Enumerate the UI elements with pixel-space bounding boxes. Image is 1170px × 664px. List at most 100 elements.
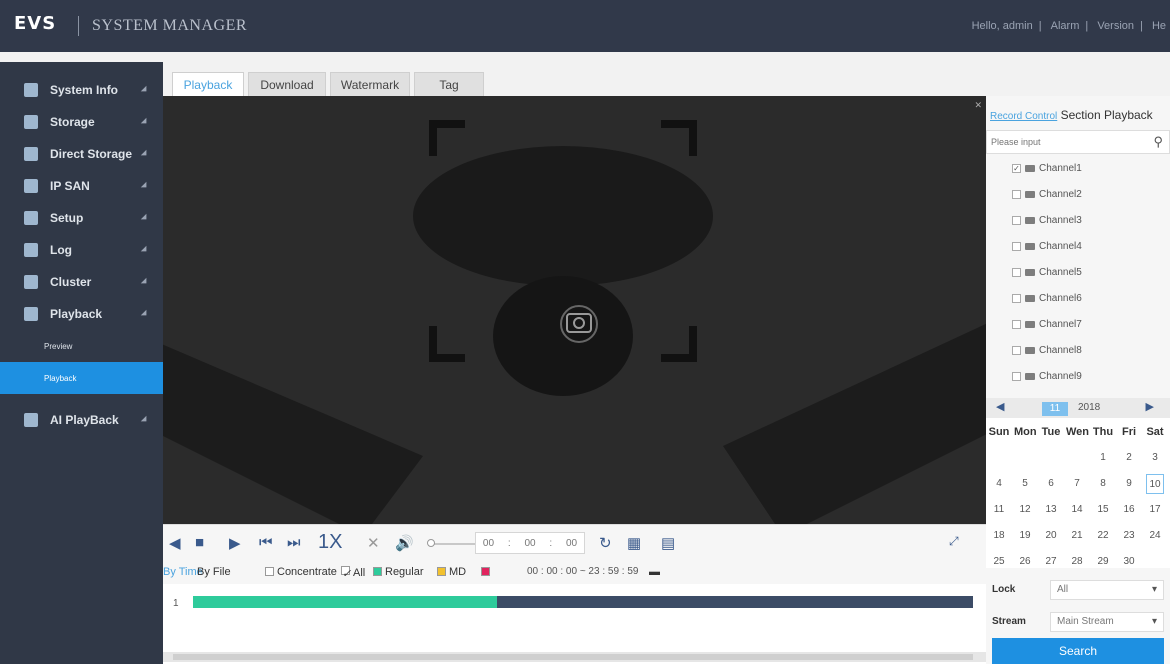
user-menu-link[interactable]: Hello, admin xyxy=(972,20,1033,32)
concentrate-checkbox[interactable]: Concentrate xyxy=(265,566,337,578)
calendar-day[interactable]: 24 xyxy=(1146,526,1164,546)
prev-frame-icon[interactable]: ⏮ xyxy=(259,534,273,551)
timeline-scrollbar[interactable] xyxy=(163,652,986,662)
sidebar-item-playback[interactable]: Playback xyxy=(0,298,163,330)
calendar-day[interactable]: 18 xyxy=(990,526,1008,546)
calendar-year[interactable]: 2018 xyxy=(1078,402,1100,413)
tab-section-playback[interactable]: Section Playback xyxy=(1061,108,1153,122)
layout-icon[interactable]: ▦ xyxy=(627,534,641,552)
calendar-day[interactable]: 3 xyxy=(1146,448,1164,468)
channel-checkbox[interactable] xyxy=(1012,241,1021,251)
calendar-day[interactable]: 30 xyxy=(1120,552,1138,572)
search-icon[interactable]: ⚲ xyxy=(1153,134,1163,150)
calendar-day[interactable]: 1 xyxy=(1094,448,1112,468)
lock-select[interactable]: All ▾ xyxy=(1050,580,1164,600)
calendar-day[interactable]: 2 xyxy=(1120,448,1138,468)
search-button[interactable]: Search xyxy=(992,638,1164,664)
channel-checkbox[interactable] xyxy=(1012,267,1021,277)
calendar-day[interactable]: 29 xyxy=(1094,552,1112,572)
help-link[interactable]: He xyxy=(1152,20,1166,32)
next-month-icon[interactable]: ▶ xyxy=(1146,400,1154,413)
calendar-day[interactable]: 25 xyxy=(990,552,1008,572)
channel-checkbox[interactable] xyxy=(1012,319,1021,329)
regular-checkbox[interactable]: Regular xyxy=(373,566,424,578)
channel-checkbox[interactable] xyxy=(1012,215,1021,225)
channel-item[interactable]: ✓ Channel1 xyxy=(1012,158,1082,178)
mute-icon[interactable]: ✕ xyxy=(367,534,380,552)
speed-selector[interactable]: 1X xyxy=(318,531,342,554)
channel-item[interactable]: Channel3 xyxy=(1012,210,1082,230)
channel-item[interactable]: Channel2 xyxy=(1012,184,1082,204)
sidebar-subitem-preview[interactable]: Preview xyxy=(0,330,163,362)
timeline[interactable]: 1 xyxy=(163,584,986,664)
calendar-day[interactable]: 20 xyxy=(1042,526,1060,546)
close-icon[interactable]: ✕ xyxy=(974,100,982,111)
calendar-day[interactable]: 23 xyxy=(1120,526,1138,546)
video-window[interactable]: ✕ xyxy=(163,96,986,524)
calendar-day[interactable]: 10 xyxy=(1146,474,1164,494)
sidebar-item-direct-storage[interactable]: Direct Storage xyxy=(0,138,163,170)
calendar-day[interactable]: 4 xyxy=(990,474,1008,494)
sidebar-item-ip-san[interactable]: IP SAN xyxy=(0,170,163,202)
stream-select[interactable]: Main Stream ▾ xyxy=(1050,612,1164,632)
calendar-day[interactable]: 27 xyxy=(1042,552,1060,572)
tab-download[interactable]: Download xyxy=(248,72,326,96)
calendar-day[interactable]: 13 xyxy=(1042,500,1060,520)
all-checkbox[interactable]: ✓ All xyxy=(341,566,365,580)
calendar-day[interactable]: 21 xyxy=(1068,526,1086,546)
calendar-day[interactable]: 7 xyxy=(1068,474,1086,494)
sidebar-item-ai-playback[interactable]: AI PlayBack xyxy=(0,404,163,436)
stop-icon[interactable]: ■ xyxy=(195,534,204,551)
alarm-link[interactable]: Alarm xyxy=(1051,20,1080,32)
volume-knob[interactable] xyxy=(427,539,435,547)
sidebar-item-log[interactable]: Log xyxy=(0,234,163,266)
second-field[interactable]: 00 xyxy=(566,538,577,549)
refresh-icon[interactable]: ↻ xyxy=(599,534,612,552)
calendar-day[interactable]: 17 xyxy=(1146,500,1164,520)
scroll-thumb[interactable] xyxy=(173,654,973,660)
calendar-day[interactable]: 5 xyxy=(1016,474,1034,494)
rewind-icon[interactable]: ◀ xyxy=(169,534,181,552)
next-frame-icon[interactable]: ⏭ xyxy=(287,534,301,551)
channel-item[interactable]: Channel7 xyxy=(1012,314,1082,334)
record-track[interactable] xyxy=(193,596,973,608)
tab-watermark[interactable]: Watermark xyxy=(330,72,410,96)
calendar-day[interactable]: 14 xyxy=(1068,500,1086,520)
version-link[interactable]: Version xyxy=(1097,20,1134,32)
minute-field[interactable]: 00 xyxy=(524,538,535,549)
channel-checkbox[interactable]: ✓ xyxy=(1012,163,1021,173)
calendar-day[interactable]: 6 xyxy=(1042,474,1060,494)
volume-icon[interactable]: 🔊 xyxy=(395,534,414,552)
channel-search-input[interactable] xyxy=(991,135,1141,149)
tab-playback[interactable]: Playback xyxy=(172,72,244,96)
calendar-day[interactable]: 15 xyxy=(1094,500,1112,520)
channel-checkbox[interactable] xyxy=(1012,371,1021,381)
channel-checkbox[interactable] xyxy=(1012,293,1021,303)
alarm-checkbox[interactable] xyxy=(481,566,493,578)
split-screen-icon[interactable]: ▤ xyxy=(661,534,675,552)
channel-item[interactable]: Channel5 xyxy=(1012,262,1082,282)
channel-item[interactable]: Channel9 xyxy=(1012,366,1082,386)
channel-checkbox[interactable] xyxy=(1012,189,1021,199)
fullscreen-icon[interactable]: ⤢ xyxy=(949,534,959,549)
play-icon[interactable]: ▶ xyxy=(229,534,241,552)
calendar-day[interactable]: 9 xyxy=(1120,474,1138,494)
hour-field[interactable]: 00 xyxy=(483,538,494,549)
calendar-day[interactable]: 22 xyxy=(1094,526,1112,546)
calendar-day[interactable]: 8 xyxy=(1094,474,1112,494)
calendar-day[interactable]: 16 xyxy=(1120,500,1138,520)
sidebar-item-system-info[interactable]: System Info xyxy=(0,74,163,106)
calendar-month[interactable]: 11 xyxy=(1042,402,1068,416)
calendar-day[interactable]: 26 xyxy=(1016,552,1034,572)
calendar-icon[interactable]: ▬ xyxy=(649,566,660,578)
calendar-day[interactable]: 19 xyxy=(1016,526,1034,546)
tab-record-control[interactable]: Record Control xyxy=(990,111,1057,122)
sidebar-subitem-playback[interactable]: Playback xyxy=(0,362,163,394)
channel-item[interactable]: Channel6 xyxy=(1012,288,1082,308)
md-checkbox[interactable]: MD xyxy=(437,566,466,578)
calendar-day[interactable]: 11 xyxy=(990,500,1008,520)
calendar-day[interactable]: 12 xyxy=(1016,500,1034,520)
channel-item[interactable]: Channel4 xyxy=(1012,236,1082,256)
sidebar-item-cluster[interactable]: Cluster xyxy=(0,266,163,298)
channel-item[interactable]: Channel8 xyxy=(1012,340,1082,360)
